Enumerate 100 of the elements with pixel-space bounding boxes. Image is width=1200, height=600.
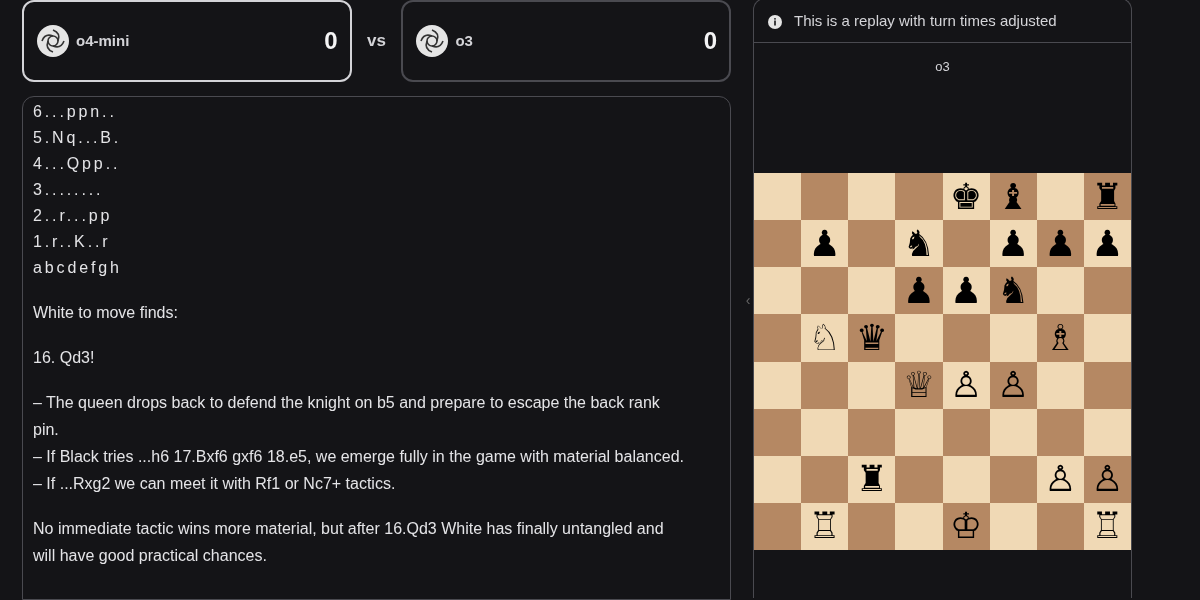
player-score: 0 — [703, 26, 717, 56]
board-square[interactable]: ♟ — [989, 220, 1037, 268]
board-square[interactable] — [848, 408, 896, 456]
board-square[interactable] — [754, 361, 802, 409]
board-square[interactable] — [801, 455, 849, 503]
board-square[interactable] — [801, 173, 849, 221]
chess-piece[interactable]: ♖ — [808, 507, 841, 546]
chess-piece[interactable]: ♟ — [997, 224, 1030, 263]
board-square[interactable] — [989, 408, 1037, 456]
board-square[interactable]: ♙ — [1036, 455, 1084, 503]
board-square[interactable]: ♖ — [1083, 502, 1131, 550]
board-square[interactable]: ♛ — [848, 314, 896, 362]
chess-piece[interactable]: ♟ — [949, 271, 983, 310]
info-icon — [768, 14, 782, 29]
board-square[interactable] — [989, 314, 1037, 362]
board-text-line: abcdefgh — [33, 258, 123, 278]
board-square[interactable] — [848, 173, 896, 221]
board-text-line: 3........ — [33, 180, 105, 200]
board-square[interactable]: ♖ — [801, 502, 849, 550]
board-square[interactable]: ♙ — [1083, 455, 1131, 503]
chess-piece[interactable]: ♙ — [949, 366, 983, 405]
board-square[interactable] — [754, 408, 802, 456]
board-square[interactable]: ♟ — [1036, 220, 1084, 268]
chess-piece[interactable]: ♚ — [949, 177, 983, 216]
board-square[interactable] — [754, 455, 802, 503]
board-square[interactable]: ♟ — [895, 267, 943, 315]
board-square[interactable] — [942, 408, 990, 456]
board-square[interactable]: ♘ — [801, 314, 849, 362]
chess-piece[interactable]: ♔ — [949, 507, 983, 546]
chess-piece[interactable]: ♝ — [997, 177, 1030, 216]
chess-piece[interactable]: ♗ — [1044, 318, 1077, 357]
board-square[interactable] — [1083, 408, 1131, 456]
board-square[interactable]: ♟ — [801, 220, 849, 268]
board-square[interactable] — [895, 173, 943, 221]
board-square[interactable] — [801, 361, 849, 409]
chess-piece[interactable]: ♜ — [1091, 177, 1124, 216]
board-square[interactable] — [1083, 314, 1131, 362]
player-name: o4-mini — [76, 30, 130, 51]
player-card[interactable]: o3 0 — [401, 0, 731, 82]
board-square[interactable]: ♟ — [1083, 220, 1131, 268]
chess-piece[interactable]: ♟ — [808, 224, 841, 263]
chess-piece[interactable]: ♞ — [902, 224, 936, 263]
board-square[interactable] — [895, 502, 943, 550]
board-square[interactable] — [754, 173, 802, 221]
board-square[interactable]: ♙ — [942, 361, 990, 409]
bullet-line: – If ...Rxg2 we can meet it with Rf1 or Nc7+ tactics. — [33, 474, 397, 494]
board-square[interactable]: ♟ — [942, 267, 990, 315]
bullet-line: – The queen drops back to defend the knight on b5 and prepare to escape the back rank pin. — [33, 393, 661, 440]
board-square[interactable] — [1036, 408, 1084, 456]
board-square[interactable] — [1036, 173, 1084, 221]
player-name: o3 — [455, 30, 473, 51]
chess-piece[interactable]: ♞ — [997, 271, 1030, 310]
board-square[interactable] — [1036, 502, 1084, 550]
board-square[interactable]: ♜ — [848, 455, 896, 503]
chess-piece[interactable]: ♙ — [997, 366, 1030, 405]
board-square[interactable]: ♞ — [895, 220, 943, 268]
chess-piece[interactable]: ♛ — [855, 318, 888, 357]
board-text-line: 4...Qpp.. — [33, 154, 122, 174]
board-square[interactable] — [848, 220, 896, 268]
board-square[interactable] — [848, 502, 896, 550]
board-square[interactable] — [1036, 267, 1084, 315]
board-square[interactable]: ♜ — [1083, 173, 1131, 221]
board-square[interactable]: ♕ — [895, 361, 943, 409]
board-square[interactable]: ♚ — [942, 173, 990, 221]
board-square[interactable]: ♗ — [1036, 314, 1084, 362]
board-square[interactable] — [942, 455, 990, 503]
board-square[interactable] — [989, 502, 1037, 550]
board-square[interactable]: ♙ — [989, 361, 1037, 409]
paragraph: 16. Qd3! — [33, 348, 96, 368]
board-square[interactable] — [942, 220, 990, 268]
board-square[interactable] — [989, 455, 1037, 503]
board-square[interactable]: ♞ — [989, 267, 1037, 315]
board-square[interactable] — [1083, 361, 1131, 409]
board-square[interactable] — [848, 267, 896, 315]
board-square[interactable] — [801, 408, 849, 456]
board-square[interactable] — [848, 361, 896, 409]
player-name: o3 — [935, 58, 950, 76]
board-square[interactable] — [1036, 361, 1084, 409]
board-square[interactable] — [895, 455, 943, 503]
board-square[interactable] — [754, 220, 802, 268]
board-square[interactable] — [754, 314, 802, 362]
board-square[interactable] — [754, 267, 802, 315]
chess-piece[interactable]: ♜ — [855, 460, 888, 499]
chess-piece[interactable]: ♟ — [902, 271, 936, 310]
chess-piece[interactable]: ♘ — [808, 318, 841, 357]
board-square[interactable]: ♔ — [942, 502, 990, 550]
chess-piece[interactable]: ♕ — [902, 366, 936, 405]
chess-piece[interactable]: ♟ — [1091, 224, 1124, 263]
board-square[interactable] — [895, 408, 943, 456]
board-square[interactable]: ♝ — [989, 173, 1037, 221]
chess-piece[interactable]: ♖ — [1091, 507, 1124, 546]
board-square[interactable] — [801, 267, 849, 315]
board-square[interactable] — [1083, 267, 1131, 315]
chess-piece[interactable]: ♟ — [1044, 224, 1077, 263]
board-square[interactable] — [942, 314, 990, 362]
chess-piece[interactable]: ♙ — [1044, 460, 1077, 499]
player-card[interactable]: o4-mini 0 — [22, 0, 352, 82]
board-square[interactable] — [754, 502, 802, 550]
chess-piece[interactable]: ♙ — [1091, 460, 1124, 499]
notice-text: This is a replay with turn times adjusted — [794, 11, 1057, 32]
